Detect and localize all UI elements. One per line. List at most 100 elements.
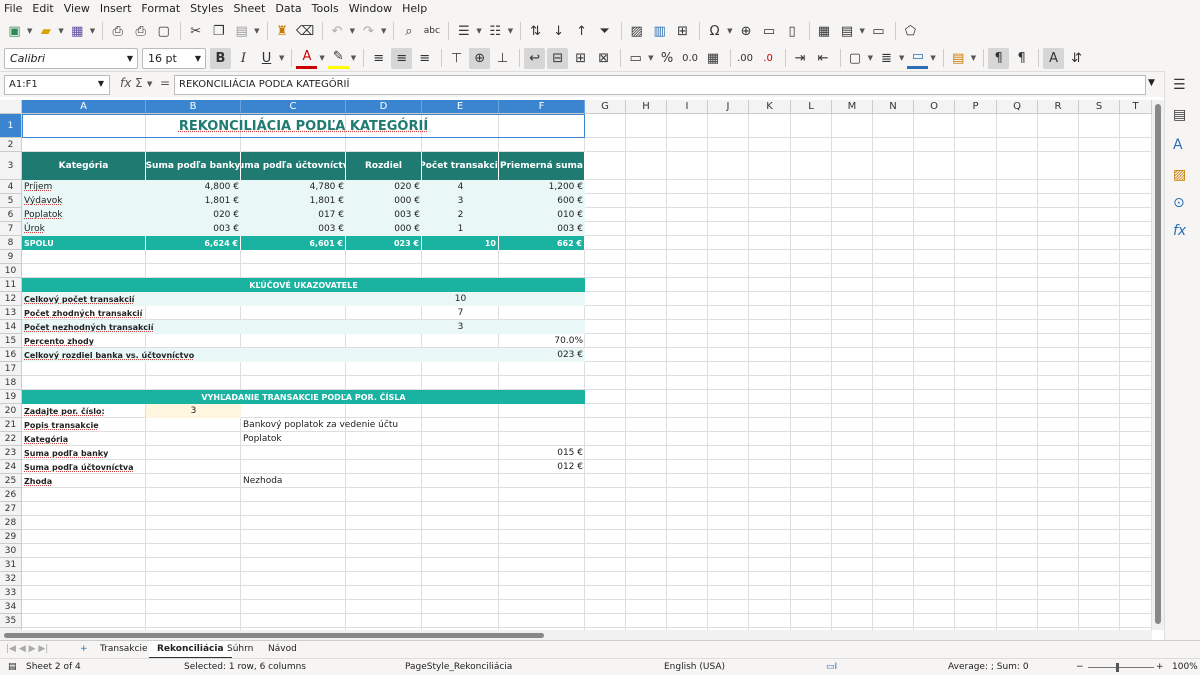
define-print-area-icon[interactable]: ▦: [814, 21, 835, 42]
row-header-33[interactable]: 33: [0, 586, 22, 600]
export-pdf-icon[interactable]: ⎙: [107, 21, 128, 42]
total-cell[interactable]: 662 €: [499, 236, 585, 250]
kpi-value[interactable]: 70.0%: [499, 334, 585, 348]
percent-format-button[interactable]: %: [657, 48, 678, 69]
row-header-3[interactable]: 3: [0, 152, 22, 180]
scroll-thumb[interactable]: [1155, 104, 1161, 624]
chevron-down-icon[interactable]: ▼: [195, 54, 201, 63]
border-color-icon[interactable]: ▭: [907, 48, 929, 69]
kpi-value[interactable]: 10: [422, 292, 499, 306]
table-cell[interactable]: 020 €: [146, 208, 241, 222]
column-header-k[interactable]: K: [749, 100, 791, 114]
chevron-down-icon[interactable]: ▼: [868, 54, 873, 62]
row-header-7[interactable]: 7: [0, 222, 22, 236]
tab-nav-icons[interactable]: |◀ ◀ ▶ ▶|: [6, 644, 48, 654]
lookup-value[interactable]: 015 €: [499, 446, 585, 460]
kpi-value[interactable]: 7: [422, 306, 499, 320]
zoom-slider-handle[interactable]: [1116, 663, 1119, 672]
chevron-down-icon[interactable]: ▼: [930, 54, 935, 62]
menu-window[interactable]: Window: [349, 2, 392, 15]
chevron-down-icon[interactable]: ▼: [648, 54, 653, 62]
menu-styles[interactable]: Styles: [190, 2, 223, 15]
kpi-label[interactable]: Percento zhody: [22, 334, 422, 348]
autofilter-icon[interactable]: ⏷: [594, 21, 615, 42]
row-header-18[interactable]: 18: [0, 376, 22, 390]
row-header-29[interactable]: 29: [0, 530, 22, 544]
row-header-8[interactable]: 8: [0, 236, 22, 250]
chevron-down-icon[interactable]: ▼: [350, 27, 355, 35]
font-name-combobox[interactable]: Calibri ▼: [4, 47, 138, 69]
table-cell[interactable]: 3: [422, 194, 499, 208]
kpi-empty-cell[interactable]: [499, 320, 585, 334]
menu-view[interactable]: View: [64, 2, 90, 15]
total-cell[interactable]: SPOLU: [22, 236, 146, 250]
italic-button[interactable]: I: [233, 48, 254, 69]
column-header-h[interactable]: H: [626, 100, 667, 114]
row-header-24[interactable]: 24: [0, 460, 22, 474]
table-header-cell[interactable]: Suma podľa banky: [146, 152, 241, 180]
sum-icon[interactable]: Σ: [135, 76, 143, 90]
lookup-input-cell[interactable]: 3: [146, 404, 241, 418]
row-header-27[interactable]: 27: [0, 502, 22, 516]
row-header-13[interactable]: 13: [0, 306, 22, 320]
status-summary[interactable]: Average: ; Sum: 0: [948, 662, 1029, 672]
row-header-4[interactable]: 4: [0, 180, 22, 194]
row-header-30[interactable]: 30: [0, 544, 22, 558]
chevron-down-icon[interactable]: ▼: [147, 80, 152, 88]
lookup-label[interactable]: Kategória: [22, 432, 146, 446]
font-color-icon[interactable]: A: [296, 48, 318, 69]
pivot-table-icon[interactable]: ⊞: [672, 21, 693, 42]
row-header-22[interactable]: 22: [0, 432, 22, 446]
chevron-down-icon[interactable]: ▼: [279, 54, 284, 62]
row-header-19[interactable]: 19: [0, 390, 22, 404]
find-replace-icon[interactable]: ⌕: [398, 21, 419, 42]
new-document-icon[interactable]: ▣: [4, 21, 25, 42]
chevron-down-icon[interactable]: ▼: [98, 79, 104, 88]
total-cell[interactable]: 6,624 €: [146, 236, 241, 250]
table-cell[interactable]: 017 €: [241, 208, 346, 222]
lookup-label[interactable]: Popis transakcie: [22, 418, 146, 432]
row-header-2[interactable]: 2: [0, 138, 22, 152]
chevron-down-icon[interactable]: ▼: [351, 54, 356, 62]
table-cell[interactable]: 600 €: [499, 194, 585, 208]
gallery-icon[interactable]: ▨: [1173, 167, 1186, 183]
clear-formatting-icon[interactable]: ⌫: [295, 21, 316, 42]
total-cell[interactable]: 10: [422, 236, 499, 250]
chevron-down-icon[interactable]: ▼: [899, 54, 904, 62]
column-header-m[interactable]: M: [832, 100, 873, 114]
menu-help[interactable]: Help: [402, 2, 427, 15]
number-format-button[interactable]: 0.0: [680, 48, 701, 69]
row-header-5[interactable]: 5: [0, 194, 22, 208]
menu-sheet[interactable]: Sheet: [234, 2, 266, 15]
delete-decimal-button[interactable]: .0: [758, 48, 779, 69]
row-header-26[interactable]: 26: [0, 488, 22, 502]
total-cell[interactable]: 023 €: [346, 236, 422, 250]
tab-transakcie[interactable]: Transakcie: [92, 641, 156, 659]
kpi-label[interactable]: Celkový počet transakcií: [22, 292, 422, 306]
column-header-o[interactable]: O: [914, 100, 955, 114]
row-header-28[interactable]: 28: [0, 516, 22, 530]
show-draw-functions-icon[interactable]: ⬠: [900, 21, 921, 42]
open-folder-icon[interactable]: ▰: [35, 21, 56, 42]
table-header-cell[interactable]: Suma podľa účtovníctva: [241, 152, 346, 180]
column-header-f[interactable]: F: [499, 100, 585, 114]
menu-insert[interactable]: Insert: [100, 2, 132, 15]
row-header-1[interactable]: 1: [0, 114, 22, 138]
kpi-empty-cell[interactable]: [499, 306, 585, 320]
borders-icon[interactable]: ▢: [845, 48, 866, 69]
table-cell[interactable]: 000 €: [346, 194, 422, 208]
bold-button[interactable]: B: [210, 47, 231, 69]
increase-indent-icon[interactable]: ⇥: [790, 48, 811, 69]
sheet-title-cell[interactable]: REKONCILIÁCIA PODĽA KATEGÓRIÍ: [22, 114, 585, 138]
chevron-down-icon[interactable]: ▼: [860, 27, 865, 35]
selection-mode-icon[interactable]: ▭I: [826, 662, 837, 672]
column-header-l[interactable]: L: [791, 100, 832, 114]
table-header-cell[interactable]: Priemerná suma: [499, 152, 585, 180]
name-box[interactable]: A1:F1 ▼: [4, 75, 110, 95]
column-header-g[interactable]: G: [585, 100, 626, 114]
function-wizard-icon[interactable]: fx: [120, 76, 131, 90]
kpi-label[interactable]: Počet zhodných transakcií: [22, 306, 422, 320]
menu-format[interactable]: Format: [141, 2, 180, 15]
spreadsheet-grid[interactable]: ABCDEFGHIJKLMNOPQRST 1 2 3 4 5 6 7 8 9 10 11 12 13 14…: [0, 100, 1152, 630]
column-header-e[interactable]: E: [422, 100, 499, 114]
